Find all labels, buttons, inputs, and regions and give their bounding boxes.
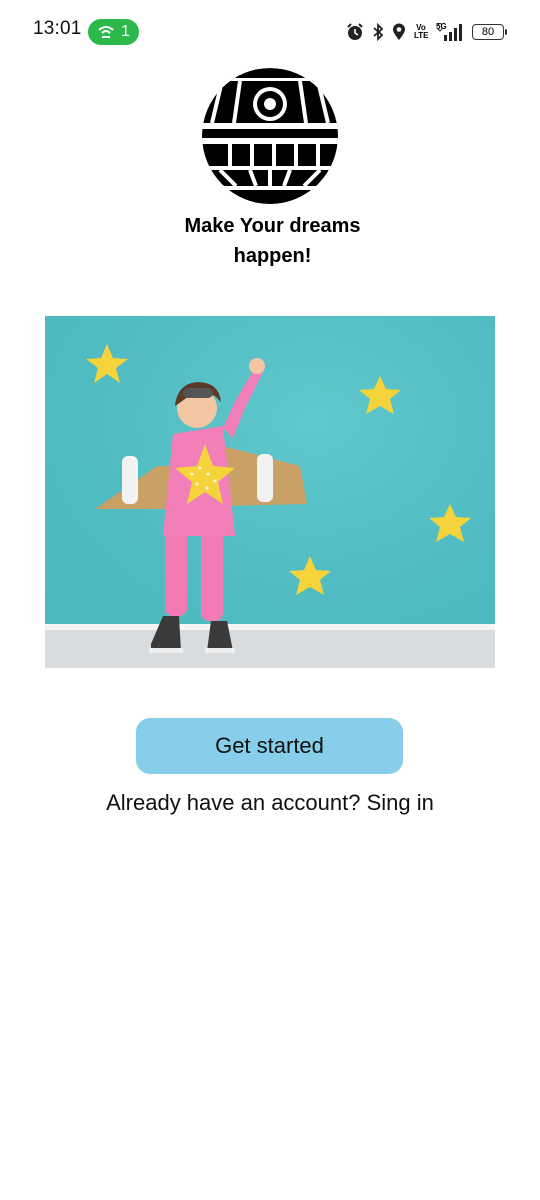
death-star-logo-icon	[202, 68, 338, 204]
hero-illustration	[45, 316, 495, 668]
signin-link[interactable]: Sing in	[367, 790, 434, 815]
signal-5g-icon: 5G	[436, 22, 464, 41]
hotspot-indicator[interactable]: 1	[88, 19, 139, 45]
status-bar: 13:01 1 Vo LTE 5G 80	[0, 0, 540, 62]
headline: Make Your dreams happen!	[184, 215, 361, 267]
status-icons: Vo LTE 5G 80	[346, 20, 507, 44]
hotspot-count: 1	[121, 23, 130, 40]
volte-icon: Vo LTE	[414, 24, 429, 40]
signin-prompt-text: Already have an account?	[106, 790, 361, 815]
battery-icon: 80	[472, 24, 507, 40]
get-started-button[interactable]: Get started	[136, 718, 403, 774]
battery-level: 80	[481, 26, 495, 38]
bluetooth-icon	[373, 23, 384, 41]
hotspot-icon	[98, 26, 114, 38]
location-icon	[393, 23, 405, 40]
status-time: 13:01	[33, 18, 82, 39]
volte-bottom-label: LTE	[414, 31, 429, 40]
alarm-icon	[347, 23, 363, 40]
signin-prompt-row: Already have an account? Sing in	[0, 790, 540, 816]
